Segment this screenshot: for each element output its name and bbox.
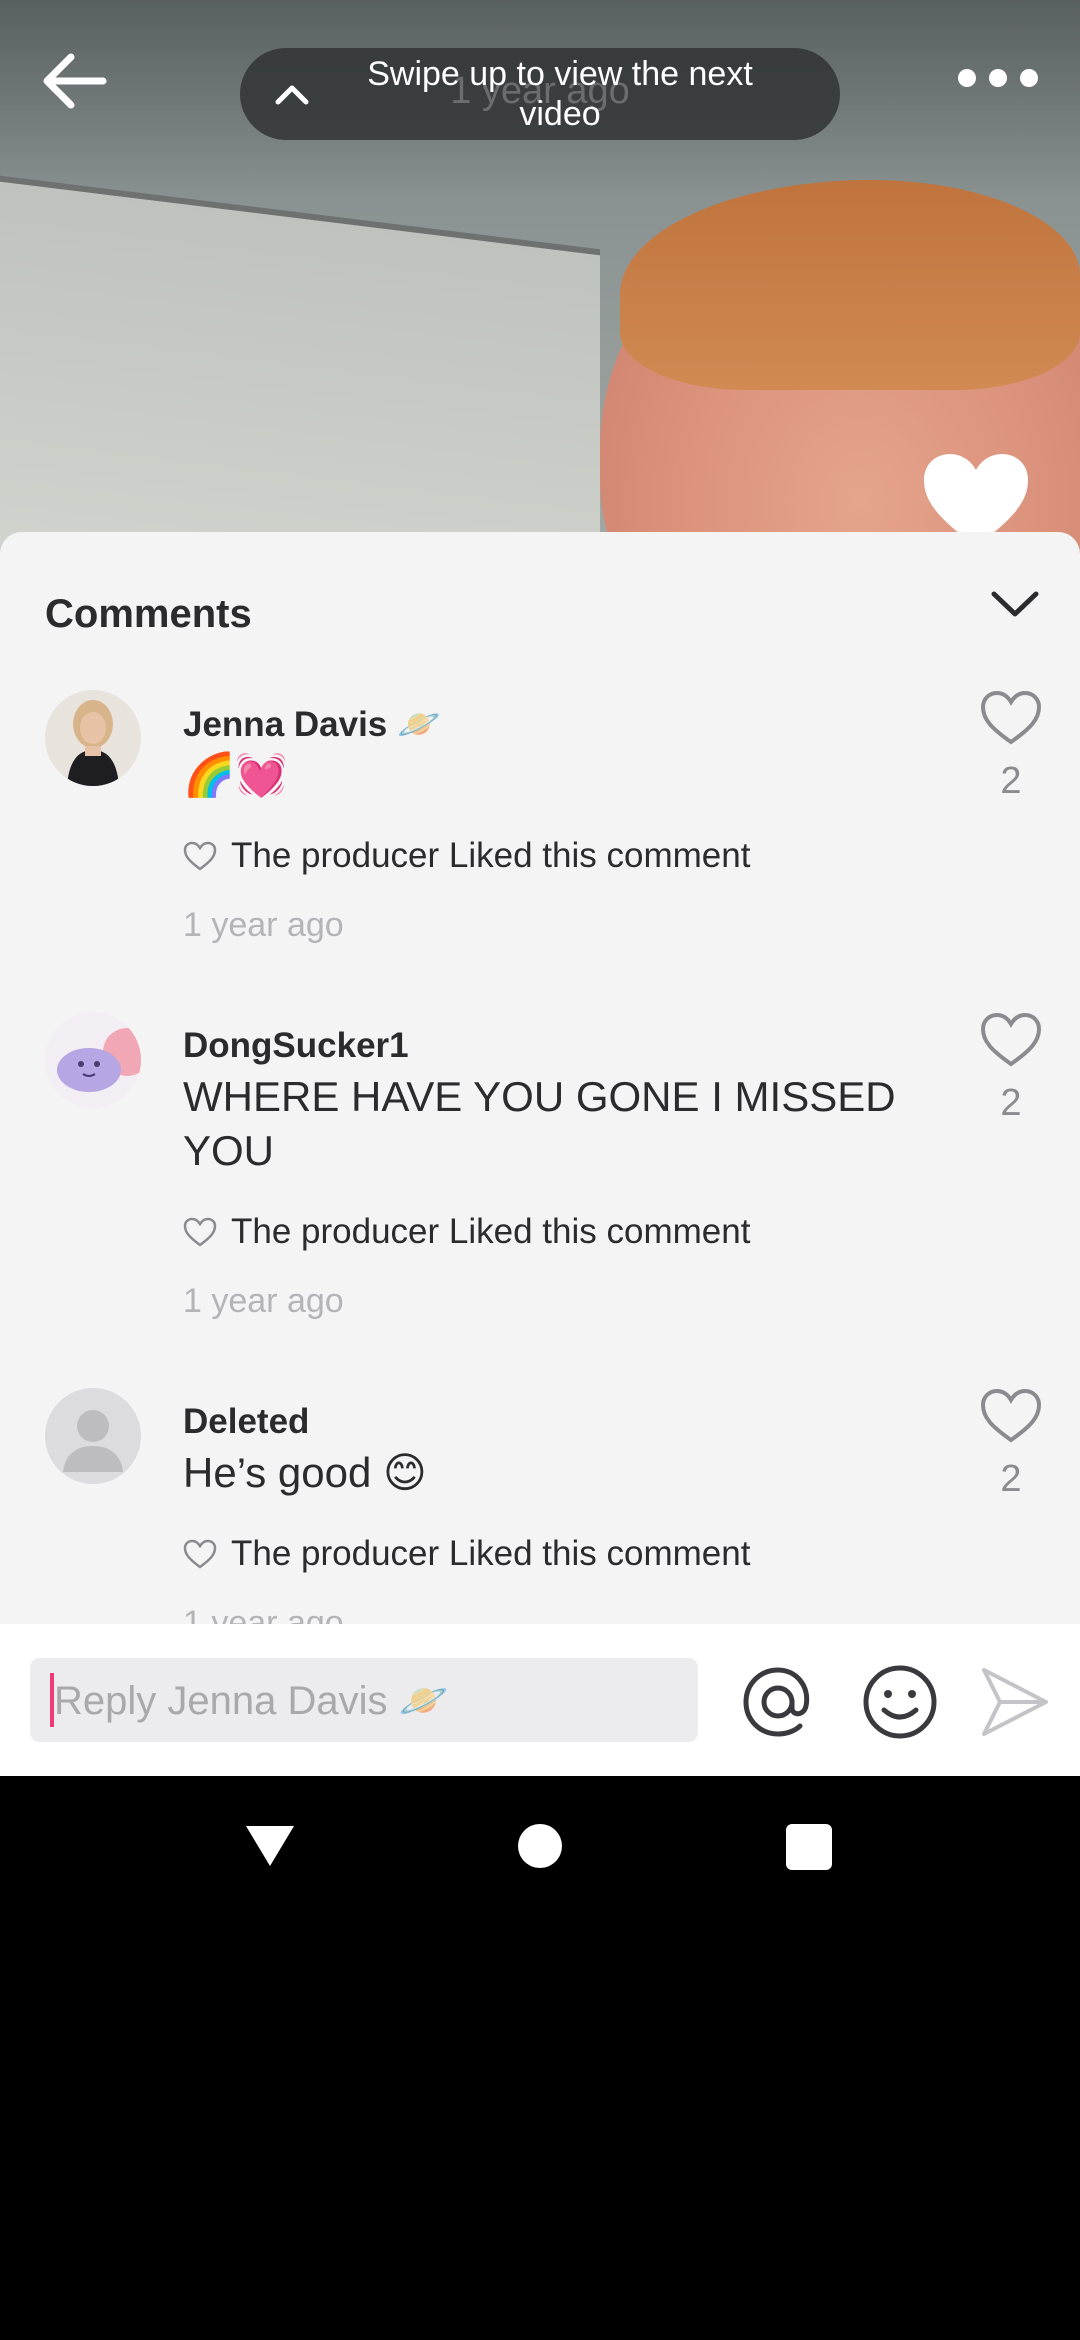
back-button[interactable] xyxy=(38,50,110,112)
reply-input[interactable]: Reply Jenna Davis 🪐 xyxy=(30,1658,698,1742)
more-dot-icon xyxy=(958,69,976,87)
comment-author[interactable]: Jenna Davis 🪐 xyxy=(183,704,441,745)
send-icon[interactable] xyxy=(978,1664,1050,1740)
like-count: 2 xyxy=(1000,1082,1022,1124)
video-player[interactable]: 1 year ago Swipe up to view the next vid… xyxy=(0,0,1080,560)
producer-liked-text: The producer Liked this comment xyxy=(231,1212,751,1251)
avatar[interactable] xyxy=(45,1012,141,1108)
swipe-up-toast: 1 year ago Swipe up to view the next vid… xyxy=(240,48,840,140)
comments-sheet: Comments Jenna Davis 🪐 🌈💓 The producer L… xyxy=(0,532,1080,1624)
user-avatar-icon xyxy=(45,690,141,786)
producer-liked-note: The producer Liked this comment xyxy=(183,1212,750,1252)
chevron-up-icon xyxy=(275,85,309,105)
video-frame-hair xyxy=(620,180,1080,390)
producer-liked-note: The producer Liked this comment xyxy=(183,1534,750,1574)
heart-outline-icon xyxy=(183,1217,217,1247)
chevron-down-icon[interactable] xyxy=(988,584,1042,624)
avatar[interactable] xyxy=(45,1388,141,1484)
comment-author[interactable]: Deleted xyxy=(183,1402,309,1442)
comment-text: He’s good 😊 xyxy=(183,1449,427,1496)
comment-time: 1 year ago xyxy=(183,906,344,944)
comment-author[interactable]: DongSucker1 xyxy=(183,1026,409,1066)
like-heart-icon[interactable] xyxy=(980,1012,1042,1068)
comment-text: WHERE HAVE YOU GONE I MISSED YOU xyxy=(183,1073,896,1174)
like-heart-icon[interactable] xyxy=(980,1388,1042,1444)
nav-home-icon[interactable] xyxy=(518,1824,562,1868)
nav-recents-icon[interactable] xyxy=(786,1824,832,1870)
comments-title: Comments xyxy=(45,592,252,636)
like-heart-icon[interactable] xyxy=(980,690,1042,746)
producer-liked-text: The producer Liked this comment xyxy=(231,1534,751,1573)
like-count: 2 xyxy=(1000,760,1022,802)
user-avatar-icon xyxy=(45,1012,141,1108)
video-frame-wall xyxy=(0,170,600,560)
toast-message: Swipe up to view the next video xyxy=(367,55,753,133)
more-dot-icon xyxy=(989,69,1007,87)
mention-at-icon[interactable] xyxy=(738,1662,818,1742)
reply-bar: Reply Jenna Davis 🪐 xyxy=(0,1624,1080,1776)
reply-placeholder: Reply Jenna Davis 🪐 xyxy=(54,1678,449,1723)
heart-outline-icon xyxy=(183,1539,217,1569)
like-count: 2 xyxy=(1000,1458,1022,1500)
heart-outline-icon xyxy=(183,841,217,871)
nav-back-icon[interactable] xyxy=(244,1824,296,1868)
more-dot-icon xyxy=(1020,69,1038,87)
arrow-left-icon xyxy=(43,53,107,109)
comment-text: 🌈💓 xyxy=(183,751,288,798)
more-options-button[interactable] xyxy=(958,58,1038,98)
comment-time: 1 year ago xyxy=(183,1282,344,1320)
emoji-smile-icon[interactable] xyxy=(860,1662,940,1742)
default-avatar-icon xyxy=(45,1388,141,1484)
system-nav-bar xyxy=(0,1776,1080,1916)
avatar[interactable] xyxy=(45,690,141,786)
producer-liked-text: The producer Liked this comment xyxy=(231,836,751,875)
comment-time: 1 year ago xyxy=(183,1604,344,1624)
producer-liked-note: The producer Liked this comment xyxy=(183,836,750,876)
